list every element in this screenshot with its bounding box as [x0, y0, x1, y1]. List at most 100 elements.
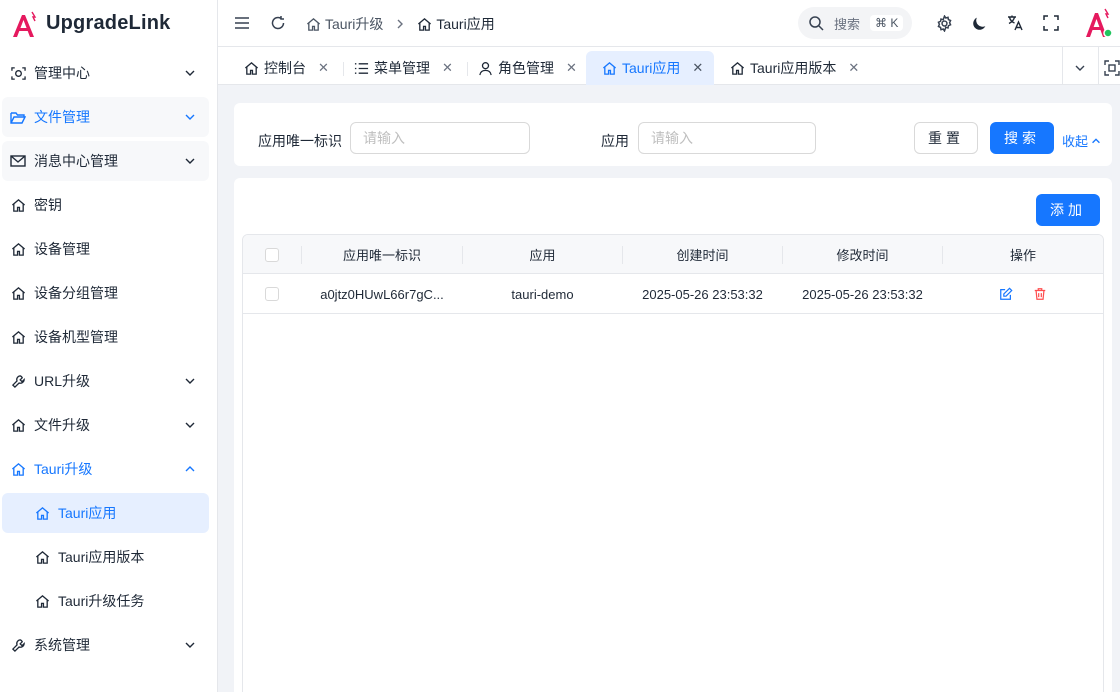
translate-icon[interactable] — [1005, 13, 1025, 33]
sidebar-item-secret-key[interactable]: 密钥 — [2, 185, 209, 225]
sidebar-item-tauri-upgrade-task[interactable]: Tauri升级任务 — [2, 581, 209, 621]
sidebar-menu: 管理中心 文件管理 消息中心管理 密钥 设备管理 设备分组管理 设备机型管理 U… — [0, 47, 217, 665]
close-icon[interactable]: ✕ — [442, 60, 453, 76]
wrench-icon — [10, 373, 26, 389]
home-icon — [602, 61, 617, 75]
sidebar-item-url-upgrade[interactable]: URL升级 — [2, 361, 209, 401]
close-icon[interactable]: ✕ — [692, 60, 703, 76]
settings-gear-icon[interactable] — [934, 13, 954, 33]
home-icon — [10, 417, 26, 433]
breadcrumb-item-current: Tauri应用 — [436, 16, 495, 32]
tab-menu-management[interactable]: 菜单管理 ✕ — [354, 51, 453, 85]
select-all-checkbox[interactable] — [265, 247, 279, 262]
sidebar-item-system-management[interactable]: 系统管理 — [2, 625, 209, 665]
row-checkbox[interactable] — [265, 287, 279, 301]
tab-bar: 控制台 ✕ 菜单管理 ✕ 角色管理 ✕ Tauri应用 ✕ Tauri应用版本 … — [218, 47, 1120, 85]
sidebar-item-tauri-app-version[interactable]: Tauri应用版本 — [2, 537, 209, 577]
cell-app-key: a0jtz0HUwL66r7gC... — [320, 286, 444, 302]
fullscreen-icon[interactable] — [1041, 13, 1061, 33]
collapse-filter-link[interactable]: 收起 — [1062, 131, 1102, 150]
search-form: 应用唯一标识 应用 重置 搜索 收起 — [234, 103, 1112, 166]
tab-label: Tauri应用 — [622, 60, 681, 76]
sidebar-item-message-center[interactable]: 消息中心管理 — [2, 141, 209, 181]
close-icon[interactable]: ✕ — [318, 60, 329, 76]
collapse-label: 收起 — [1062, 134, 1089, 149]
home-icon — [244, 61, 259, 75]
tab-label: Tauri应用版本 — [750, 60, 837, 76]
edit-icon[interactable] — [998, 286, 1014, 302]
search-icon — [809, 16, 824, 31]
home-icon — [10, 329, 26, 345]
add-button[interactable]: 添加 — [1036, 194, 1100, 226]
sidebar-item-device-management[interactable]: 设备管理 — [2, 229, 209, 269]
search-shortcut: ⌘ K — [870, 15, 904, 31]
sidebar-item-label: Tauri应用 — [58, 505, 117, 521]
app-key-input[interactable] — [350, 122, 530, 154]
sidebar-item-label: Tauri应用版本 — [58, 549, 145, 565]
sidebar-item-label: 消息中心管理 — [34, 153, 118, 169]
tab-tauri-app-version[interactable]: Tauri应用版本 ✕ — [730, 51, 859, 85]
dark-mode-moon-icon[interactable] — [969, 13, 989, 33]
search-button[interactable]: 搜索 — [990, 122, 1054, 154]
home-icon — [10, 241, 26, 257]
tab-label: 控制台 — [264, 60, 306, 76]
maximize-content-icon[interactable] — [1102, 58, 1120, 78]
mail-icon — [10, 153, 26, 169]
user-avatar[interactable] — [1082, 6, 1114, 40]
tab-dashboard[interactable]: 控制台 ✕ — [244, 51, 329, 85]
delete-trash-icon[interactable] — [1032, 286, 1048, 302]
sidebar-item-label: Tauri升级 — [34, 461, 93, 477]
home-icon — [10, 461, 26, 477]
sidebar-item-device-model-management[interactable]: 设备机型管理 — [2, 317, 209, 357]
close-icon[interactable]: ✕ — [848, 60, 859, 76]
avatar-logo-icon — [1086, 8, 1113, 38]
breadcrumb-item[interactable]: Tauri升级 — [325, 14, 383, 34]
row-select-cell — [243, 274, 301, 314]
tab-role-management[interactable]: 角色管理 ✕ — [478, 51, 577, 85]
sidebar-item-device-group-management[interactable]: 设备分组管理 — [2, 273, 209, 313]
sidebar-item-file-upgrade[interactable]: 文件升级 — [2, 405, 209, 445]
table-row: a0jtz0HUwL66r7gC... tauri-demo 2025-05-2… — [243, 274, 1103, 314]
home-icon — [306, 17, 321, 31]
sidebar-item-tauri-app[interactable]: Tauri应用 — [2, 493, 209, 533]
app-key-label: 应用唯一标识 — [258, 133, 342, 149]
table-card: 添加 应用唯一标识 应用 创建时间 修改时间 操作 a0jtz0HUwL66r7… — [234, 178, 1112, 692]
global-search[interactable]: 搜索 ⌘ K — [798, 7, 912, 39]
reset-button[interactable]: 重置 — [914, 122, 978, 154]
sidebar-item-label: 设备分组管理 — [34, 285, 118, 301]
sidebar: UpgradeLink 管理中心 文件管理 消息中心管理 密钥 设备管理 设备分… — [0, 0, 218, 692]
chevron-down-icon[interactable] — [1070, 58, 1090, 78]
column-header-app: 应用 — [529, 248, 556, 263]
tab-bar-divider — [1098, 47, 1099, 85]
chevron-down-icon — [185, 642, 195, 648]
sidebar-item-label: Tauri升级任务 — [58, 593, 145, 609]
chevron-down-icon — [185, 422, 195, 428]
breadcrumb: Tauri升级 Tauri应用 — [306, 14, 495, 34]
folder-open-icon — [10, 109, 26, 125]
home-icon — [418, 17, 432, 31]
tab-tauri-app[interactable]: Tauri应用 ✕ — [586, 51, 714, 85]
top-header: Tauri升级 Tauri应用 搜索 ⌘ K — [218, 0, 1120, 47]
close-icon[interactable]: ✕ — [566, 60, 577, 76]
cell-actions — [943, 274, 1103, 314]
chevron-down-icon — [185, 70, 195, 76]
chevron-down-icon — [185, 158, 195, 164]
search-label: 搜索 — [834, 16, 861, 32]
sidebar-item-file-management[interactable]: 文件管理 — [2, 97, 209, 137]
home-icon — [34, 549, 50, 565]
tab-label: 角色管理 — [498, 60, 554, 76]
sidebar-item-label: URL升级 — [34, 373, 91, 389]
chevron-down-icon — [185, 114, 195, 120]
menu-toggle-icon[interactable] — [232, 13, 252, 33]
sidebar-item-label: 设备机型管理 — [34, 329, 118, 345]
sidebar-item-management-center[interactable]: 管理中心 — [2, 53, 209, 93]
sidebar-item-label: 文件管理 — [34, 109, 90, 125]
logo[interactable]: UpgradeLink — [0, 0, 217, 47]
cell-app: tauri-demo — [511, 286, 574, 302]
dashboard-scan-icon — [10, 65, 26, 81]
home-icon — [10, 197, 26, 213]
sidebar-item-tauri-upgrade[interactable]: Tauri升级 — [2, 449, 209, 489]
app-input[interactable] — [638, 122, 816, 154]
app-label: 应用 — [601, 133, 629, 149]
refresh-icon[interactable] — [268, 13, 288, 33]
